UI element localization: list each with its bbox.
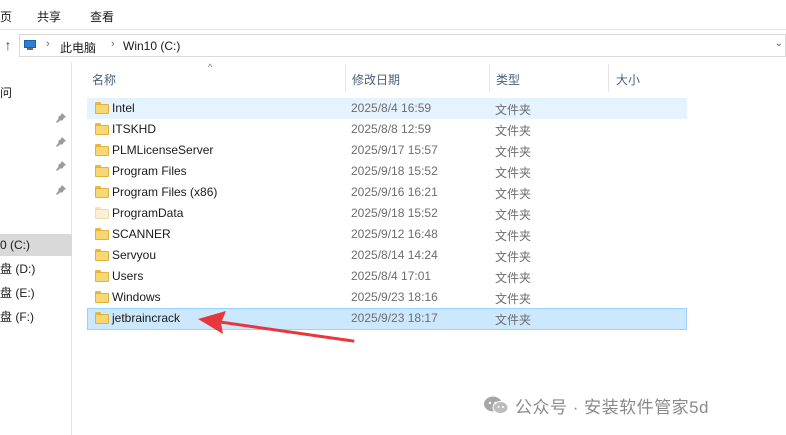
file-name: Program Files (x86): [112, 185, 218, 199]
column-header-label: 名称: [92, 73, 117, 87]
column-header-label: 大小: [616, 73, 641, 87]
file-type: 文件夹: [495, 145, 532, 159]
file-type: 文件夹: [495, 271, 532, 285]
folder-icon: [95, 102, 109, 114]
pin-icon[interactable]: [55, 184, 67, 196]
file-row-selected[interactable]: jetbraincrack 2025/9/23 18:17 文件夹: [87, 308, 687, 330]
file-name: Servyou: [112, 248, 157, 262]
column-header-date[interactable]: 修改日期: [346, 62, 489, 94]
breadcrumb-separator: ›: [111, 38, 115, 50]
breadcrumb-drive-c[interactable]: Win10 (C:): [123, 39, 180, 53]
pin-icon[interactable]: [55, 112, 67, 124]
file-type: 文件夹: [495, 229, 532, 243]
breadcrumb-separator: ›: [46, 38, 50, 50]
file-name: Users: [112, 269, 144, 283]
wechat-logo-icon: [484, 396, 509, 414]
this-pc-icon: [24, 40, 38, 51]
file-date: 2025/9/12 16:48: [351, 227, 438, 241]
ribbon-tabs: 页 共享 查看: [0, 0, 786, 30]
nav-item-label: 盘 (F:): [0, 310, 34, 324]
file-type: 文件夹: [495, 166, 532, 180]
file-row[interactable]: Intel 2025/8/4 16:59 文件夹: [87, 98, 687, 119]
watermark: 公众号 · 安装软件管家5d: [483, 393, 709, 417]
nav-item-label: 问: [0, 86, 13, 100]
file-row[interactable]: Windows 2025/9/23 18:16 文件夹: [87, 287, 687, 308]
file-row[interactable]: Users 2025/8/4 17:01 文件夹: [87, 266, 687, 287]
file-date: 2025/8/4 16:59: [351, 101, 432, 115]
pin-icon[interactable]: [55, 160, 67, 172]
tab-view[interactable]: 查看: [90, 8, 114, 25]
watermark-text: 公众号 · 安装软件管家5d: [515, 397, 710, 417]
file-row[interactable]: Program Files (x86) 2025/9/16 16:21 文件夹: [87, 182, 687, 203]
nav-item-quick-access[interactable]: 问: [0, 82, 72, 104]
folder-icon: [95, 291, 109, 303]
tab-home[interactable]: 页: [0, 8, 12, 25]
up-arrow-icon[interactable]: ↑: [0, 36, 16, 54]
file-name: ProgramData: [112, 206, 184, 220]
tab-share[interactable]: 共享: [37, 8, 61, 25]
nav-item-label: 盘 (E:): [0, 286, 35, 300]
sort-ascending-icon: ^: [208, 62, 213, 72]
breadcrumb-this-pc[interactable]: 此电脑: [60, 39, 96, 56]
file-date: 2025/9/23 18:16: [351, 290, 438, 304]
file-type: 文件夹: [495, 187, 532, 201]
column-header-name[interactable]: 名称: [87, 62, 345, 94]
column-header-label: 修改日期: [352, 73, 401, 87]
chevron-down-icon[interactable]: ⌄: [775, 38, 783, 49]
file-type: 文件夹: [495, 292, 532, 306]
file-name: jetbraincrack: [112, 311, 181, 325]
nav-item-label: 0 (C:): [0, 238, 30, 252]
file-row[interactable]: Program Files 2025/9/18 15:52 文件夹: [87, 161, 687, 182]
file-date: 2025/9/17 15:57: [351, 143, 438, 157]
column-header-label: 类型: [496, 73, 521, 87]
file-type: 文件夹: [495, 124, 532, 138]
file-type: 文件夹: [495, 313, 532, 327]
folder-icon: [95, 186, 109, 198]
file-name: Intel: [112, 101, 135, 115]
file-name: Program Files: [112, 164, 187, 178]
folder-icon: [95, 165, 109, 177]
nav-item-drive-e[interactable]: 盘 (E:): [0, 282, 72, 304]
nav-item-drive-c[interactable]: 0 (C:): [0, 234, 72, 256]
file-row[interactable]: Servyou 2025/8/14 14:24 文件夹: [87, 245, 687, 266]
folder-icon: [95, 270, 109, 282]
folder-icon: [95, 312, 109, 324]
file-type: 文件夹: [495, 208, 532, 222]
folder-icon: [95, 207, 109, 219]
folder-icon: [95, 123, 109, 135]
file-date: 2025/9/16 16:21: [351, 185, 438, 199]
file-row[interactable]: SCANNER 2025/9/12 16:48 文件夹: [87, 224, 687, 245]
file-date: 2025/8/14 14:24: [351, 248, 438, 262]
folder-icon: [95, 228, 109, 240]
folder-icon: [95, 249, 109, 261]
nav-item-drive-f[interactable]: 盘 (F:): [0, 306, 72, 328]
address-bar[interactable]: › 此电脑 › Win10 (C:) ⌄: [19, 34, 786, 57]
file-type: 文件夹: [495, 250, 532, 264]
file-name: SCANNER: [112, 227, 171, 241]
nav-item-drive-d[interactable]: 盘 (D:): [0, 258, 72, 280]
annotation-arrow-icon: [198, 311, 355, 343]
navigation-pane: 问 0 (C:) 盘 (D:) 盘 (E:) 盘 (F:): [0, 62, 72, 435]
file-date: 2025/9/23 18:17: [351, 311, 438, 325]
file-date: 2025/9/18 15:52: [351, 164, 438, 178]
column-header-size[interactable]: 大小: [609, 62, 689, 94]
folder-icon: [95, 144, 109, 156]
nav-item-label: 盘 (D:): [0, 262, 36, 276]
navigation-row: ↑ › 此电脑 › Win10 (C:) ⌄: [0, 30, 786, 62]
pin-icon[interactable]: [55, 136, 67, 148]
column-header-type[interactable]: 类型: [490, 62, 608, 94]
file-date: 2025/9/18 15:52: [351, 206, 438, 220]
file-name: Windows: [112, 290, 161, 304]
file-row[interactable]: ProgramData 2025/9/18 15:52 文件夹: [87, 203, 687, 224]
file-row[interactable]: PLMLicenseServer 2025/9/17 15:57 文件夹: [87, 140, 687, 161]
file-type: 文件夹: [495, 103, 532, 117]
file-date: 2025/8/8 12:59: [351, 122, 432, 136]
file-name: PLMLicenseServer: [112, 143, 214, 157]
file-date: 2025/8/4 17:01: [351, 269, 432, 283]
file-row[interactable]: ITSKHD 2025/8/8 12:59 文件夹: [87, 119, 687, 140]
file-name: ITSKHD: [112, 122, 157, 136]
